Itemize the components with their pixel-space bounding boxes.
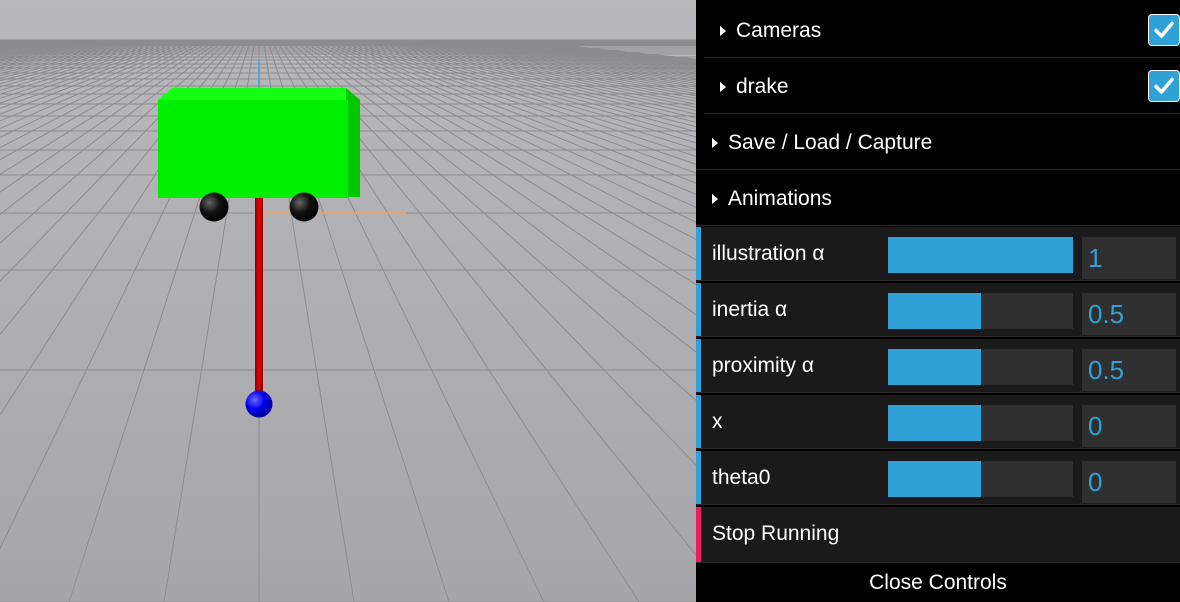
slider-fill xyxy=(888,405,981,441)
proximity-alpha-input[interactable]: 0.5 xyxy=(1082,349,1176,391)
slider-row-inertia-alpha: inertia α 0.5 xyxy=(696,283,1180,337)
slider-label: illustration α xyxy=(712,242,825,265)
slider-label: inertia α xyxy=(712,298,788,321)
illustration-alpha-input[interactable]: 1 xyxy=(1082,237,1176,279)
caret-right-icon xyxy=(720,81,726,92)
close-controls-button[interactable]: Close Controls xyxy=(696,563,1180,602)
folder-save-load-label: Save / Load / Capture xyxy=(728,130,933,154)
slider-row-theta0: theta0 0 xyxy=(696,451,1180,505)
drake-checkbox[interactable] xyxy=(1148,70,1180,102)
checkmark-icon xyxy=(1154,21,1174,38)
caret-right-icon xyxy=(720,25,726,36)
pendulum-mass xyxy=(245,390,273,418)
caret-right-icon xyxy=(712,137,718,148)
inertia-alpha-input[interactable]: 0.5 xyxy=(1082,293,1176,335)
inertia-alpha-slider[interactable] xyxy=(888,293,1073,329)
row-accent xyxy=(696,283,701,336)
slider-fill xyxy=(888,237,1073,273)
slider-fill xyxy=(888,349,981,385)
x-input[interactable]: 0 xyxy=(1082,405,1176,447)
checkmark-icon xyxy=(1154,77,1174,94)
slider-row-proximity-alpha: proximity α 0.5 xyxy=(696,339,1180,393)
right-wheel xyxy=(289,192,319,222)
folder-drake[interactable]: drake xyxy=(704,60,1180,114)
stop-running-button[interactable]: Stop Running xyxy=(696,507,1180,563)
controls-panel: Cameras drake Save / Load / Capture Anim… xyxy=(696,0,1180,602)
folder-save-load-capture[interactable]: Save / Load / Capture xyxy=(696,116,1180,170)
cameras-checkbox[interactable] xyxy=(1148,14,1180,46)
folder-animations-label: Animations xyxy=(728,186,832,210)
pendulum-pole xyxy=(255,196,263,402)
slider-label: proximity α xyxy=(712,354,814,377)
folder-animations[interactable]: Animations xyxy=(696,172,1180,226)
folder-cameras-label: Cameras xyxy=(736,18,822,42)
proximity-alpha-slider[interactable] xyxy=(888,349,1073,385)
row-accent xyxy=(696,339,701,392)
row-accent xyxy=(696,395,701,448)
slider-row-x: x 0 xyxy=(696,395,1180,449)
caret-right-icon xyxy=(712,193,718,204)
folder-cameras[interactable]: Cameras xyxy=(704,4,1180,58)
theta0-slider[interactable] xyxy=(888,461,1073,497)
cart-top-face xyxy=(158,88,360,100)
slider-fill xyxy=(888,461,981,497)
slider-row-illustration-alpha: illustration α 1 xyxy=(696,227,1180,281)
illustration-alpha-slider[interactable] xyxy=(888,237,1073,273)
slider-label: theta0 xyxy=(712,466,771,489)
x-slider[interactable] xyxy=(888,405,1073,441)
cart-side-face xyxy=(346,88,360,197)
row-accent xyxy=(696,507,701,562)
theta0-input[interactable]: 0 xyxy=(1082,461,1176,503)
slider-label: x xyxy=(712,410,723,433)
left-wheel xyxy=(199,192,229,222)
folder-drake-label: drake xyxy=(736,74,789,98)
row-accent xyxy=(696,227,701,280)
row-accent xyxy=(696,451,701,504)
cart-body xyxy=(158,100,348,198)
slider-fill xyxy=(888,293,981,329)
stop-running-label: Stop Running xyxy=(712,522,840,545)
